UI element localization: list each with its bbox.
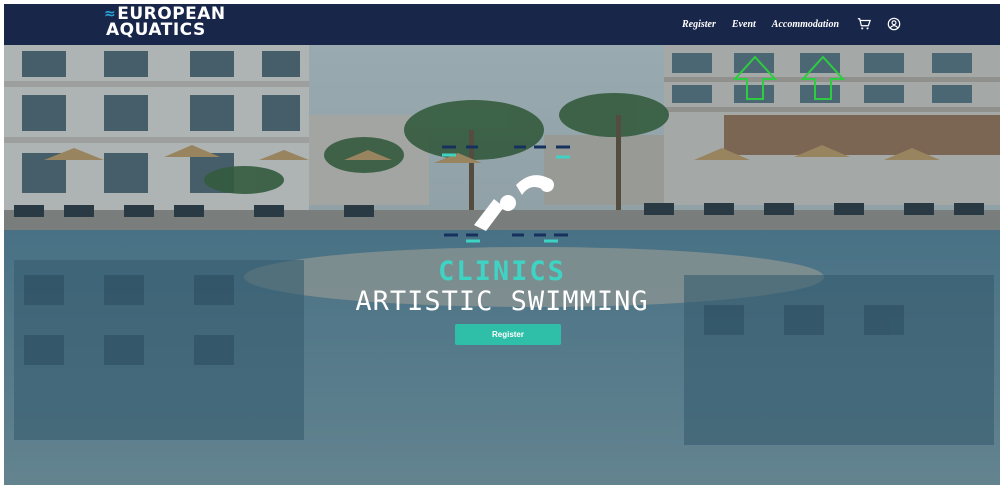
hero-subtitle: ARTISTIC SWIMMING [355, 286, 649, 317]
top-navbar: ≈ EUROPEAN AQUATICS Register Event Accomm… [4, 4, 1000, 45]
nav-accommodation-link[interactable]: Accommodation [772, 19, 839, 30]
main-nav: Register Event Accommodation [682, 17, 901, 31]
logo-line-2: AQUATICS [106, 20, 206, 40]
page-frame: ≈ EUROPEAN AQUATICS Register Event Accomm… [4, 4, 1000, 485]
hero-register-button[interactable]: Register [455, 324, 561, 345]
hero-title: CLINICS [438, 256, 566, 287]
nav-event-link[interactable]: Event [732, 19, 756, 30]
site-logo[interactable]: ≈ EUROPEAN AQUATICS [104, 6, 226, 40]
cart-icon[interactable] [857, 17, 871, 31]
user-icon[interactable] [887, 17, 901, 31]
hero-section: CLINICS ARTISTIC SWIMMING Register [4, 45, 1000, 485]
nav-register-link[interactable]: Register [682, 19, 716, 30]
